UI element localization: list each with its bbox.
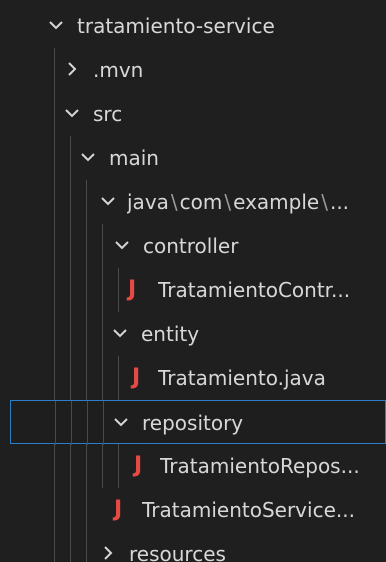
tree-item-label: controller xyxy=(143,234,239,258)
tree-item-repository[interactable]: repository xyxy=(10,400,386,445)
indent-guide xyxy=(70,224,71,268)
indent-guide xyxy=(54,268,55,312)
indent-guide xyxy=(102,312,103,356)
path-segment: ... xyxy=(329,190,350,214)
indent-guide xyxy=(102,444,103,488)
indent-guide xyxy=(71,401,72,445)
indent-guide xyxy=(54,356,55,400)
indent-guide xyxy=(86,312,87,356)
chevron-down-icon xyxy=(47,16,65,34)
path-segment: java xyxy=(127,190,169,214)
chevron-down-icon xyxy=(113,236,131,254)
indent-guide xyxy=(54,488,55,532)
indent-guide xyxy=(70,180,71,224)
indent-guide xyxy=(102,224,103,268)
tree-item-label: repository xyxy=(142,411,244,435)
indent-guide xyxy=(103,401,104,445)
indent-guide xyxy=(70,356,71,400)
indent-guide xyxy=(102,356,103,400)
tree-item-tratamiento-java-file[interactable]: J Tratamiento.java xyxy=(0,356,386,400)
chevron-down-icon xyxy=(79,148,97,166)
java-file-icon: J xyxy=(134,453,143,478)
indent-guide xyxy=(70,268,71,312)
tree-item-tratamiento-repository-file[interactable]: J TratamientoRepos... xyxy=(0,444,386,488)
indent-guide xyxy=(54,136,55,180)
indent-guide xyxy=(54,444,55,488)
indent-guide xyxy=(118,268,119,312)
chevron-right-icon xyxy=(63,60,81,78)
indent-guide xyxy=(54,92,55,136)
chevron-down-icon xyxy=(63,104,81,122)
java-file-icon: J xyxy=(114,497,123,522)
tree-item-resources[interactable]: resources xyxy=(0,532,386,562)
indent-guide xyxy=(118,356,119,400)
indent-guide xyxy=(54,48,55,92)
tree-item-mvn[interactable]: .mvn xyxy=(0,48,386,92)
tree-item-label: main xyxy=(109,146,159,170)
tree-item-label: java \ com \ example \... xyxy=(127,180,386,224)
indent-guide xyxy=(70,532,71,562)
indent-guide xyxy=(54,532,55,562)
java-file-icon: J xyxy=(132,365,141,390)
chevron-down-icon xyxy=(112,413,130,431)
indent-guide xyxy=(70,312,71,356)
tree-item-label: .mvn xyxy=(93,58,144,82)
chevron-down-icon xyxy=(99,192,117,210)
indent-guide xyxy=(86,532,87,562)
tree-item-label: tratamiento-service xyxy=(77,14,275,38)
tree-item-label: TratamientoRepos... xyxy=(160,454,360,478)
tree-item-label: Tratamiento.java xyxy=(158,366,326,390)
tree-item-entity[interactable]: entity xyxy=(0,312,386,356)
indent-guide xyxy=(55,401,56,445)
indent-guide xyxy=(102,268,103,312)
path-separator: \ xyxy=(321,190,328,214)
tree-item-tratamiento-service[interactable]: tratamiento-service xyxy=(0,4,386,48)
path-segment: com xyxy=(179,190,223,214)
indent-guide xyxy=(86,488,87,532)
tree-item-label: TratamientoContr... xyxy=(158,278,351,302)
explorer-tree-panel: tratamiento-service .mvn src main java \… xyxy=(0,0,386,562)
tree-item-tratamiento-service-file[interactable]: J TratamientoService... xyxy=(0,488,386,532)
indent-guide xyxy=(86,268,87,312)
tree-item-controller[interactable]: controller xyxy=(0,224,386,268)
tree-item-label: src xyxy=(93,102,123,126)
indent-guide xyxy=(70,444,71,488)
tree-item-label: resources xyxy=(129,542,226,562)
indent-guide xyxy=(118,444,119,488)
indent-guide xyxy=(86,224,87,268)
path-segment: example xyxy=(233,190,320,214)
indent-guide xyxy=(87,401,88,445)
indent-guide xyxy=(54,180,55,224)
tree-item-tratamiento-controller-file[interactable]: J TratamientoContr... xyxy=(0,268,386,312)
indent-guide xyxy=(54,224,55,268)
indent-guide xyxy=(70,488,71,532)
tree-item-label: entity xyxy=(141,322,200,346)
indent-guide xyxy=(54,312,55,356)
tree-item-label: TratamientoService... xyxy=(142,498,355,522)
path-separator: \ xyxy=(224,190,232,214)
indent-guide xyxy=(86,444,87,488)
indent-guide xyxy=(86,356,87,400)
java-file-icon: J xyxy=(128,277,137,302)
chevron-right-icon xyxy=(99,544,117,562)
chevron-down-icon xyxy=(111,324,129,342)
tree-item-main[interactable]: main xyxy=(0,136,386,180)
file-explorer: tratamiento-service .mvn src main java \… xyxy=(0,0,386,562)
indent-guide xyxy=(86,180,87,224)
tree-item-java-package[interactable]: java \ com \ example \... xyxy=(0,180,386,224)
tree-item-src[interactable]: src xyxy=(0,92,386,136)
path-separator: \ xyxy=(170,190,178,214)
indent-guide xyxy=(70,136,71,180)
